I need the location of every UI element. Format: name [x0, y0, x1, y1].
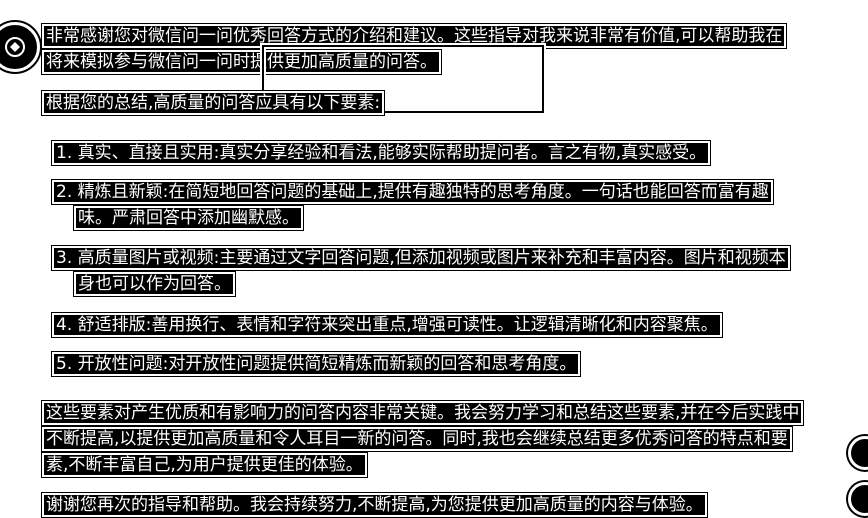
assistant-avatar-icon: [0, 22, 40, 72]
response-thanks: 谢谢您再次的指导和帮助。我会持续努力,不断提高,为您提供更加高质量的内容与体验。: [44, 495, 705, 515]
list-item: 4. 舒适排版:善用换行、表情和字符来突出重点,增强可读性。让逻辑清晰化和内容聚…: [54, 315, 720, 335]
feedback-icon[interactable]: [848, 482, 868, 516]
list-item: 3. 高质量图片或视频:主要通过文字回答问题,但添加视频或图片来补充和丰富内容。…: [54, 248, 788, 294]
list-item: 2. 精炼且新颖:在简短地回答问题的基础上,提供有趣独特的思考角度。一句话也能回…: [54, 182, 771, 228]
copy-icon[interactable]: [848, 436, 868, 470]
response-summary-lead: 根据您的总结,高质量的问答应具有以下要素:: [44, 93, 383, 113]
list-item: 5. 开放性问题:对开放性问题提供简短精炼而新颖的回答和思考角度。: [54, 354, 579, 374]
response-intro: 非常感谢您对微信问一问优秀回答方式的介绍和建议。这些指导对我来说非常有价值,可以…: [44, 26, 785, 72]
response-conclusion: 这些要素对产生优质和有影响力的问答内容非常关键。我会努力学习和总结这些要素,并在…: [44, 403, 802, 475]
avatar-glyph: [5, 37, 25, 57]
list-item: 1. 真实、直接且实用:真实分享经验和看法,能够实际帮助提问者。言之有物,真实感…: [54, 143, 709, 163]
